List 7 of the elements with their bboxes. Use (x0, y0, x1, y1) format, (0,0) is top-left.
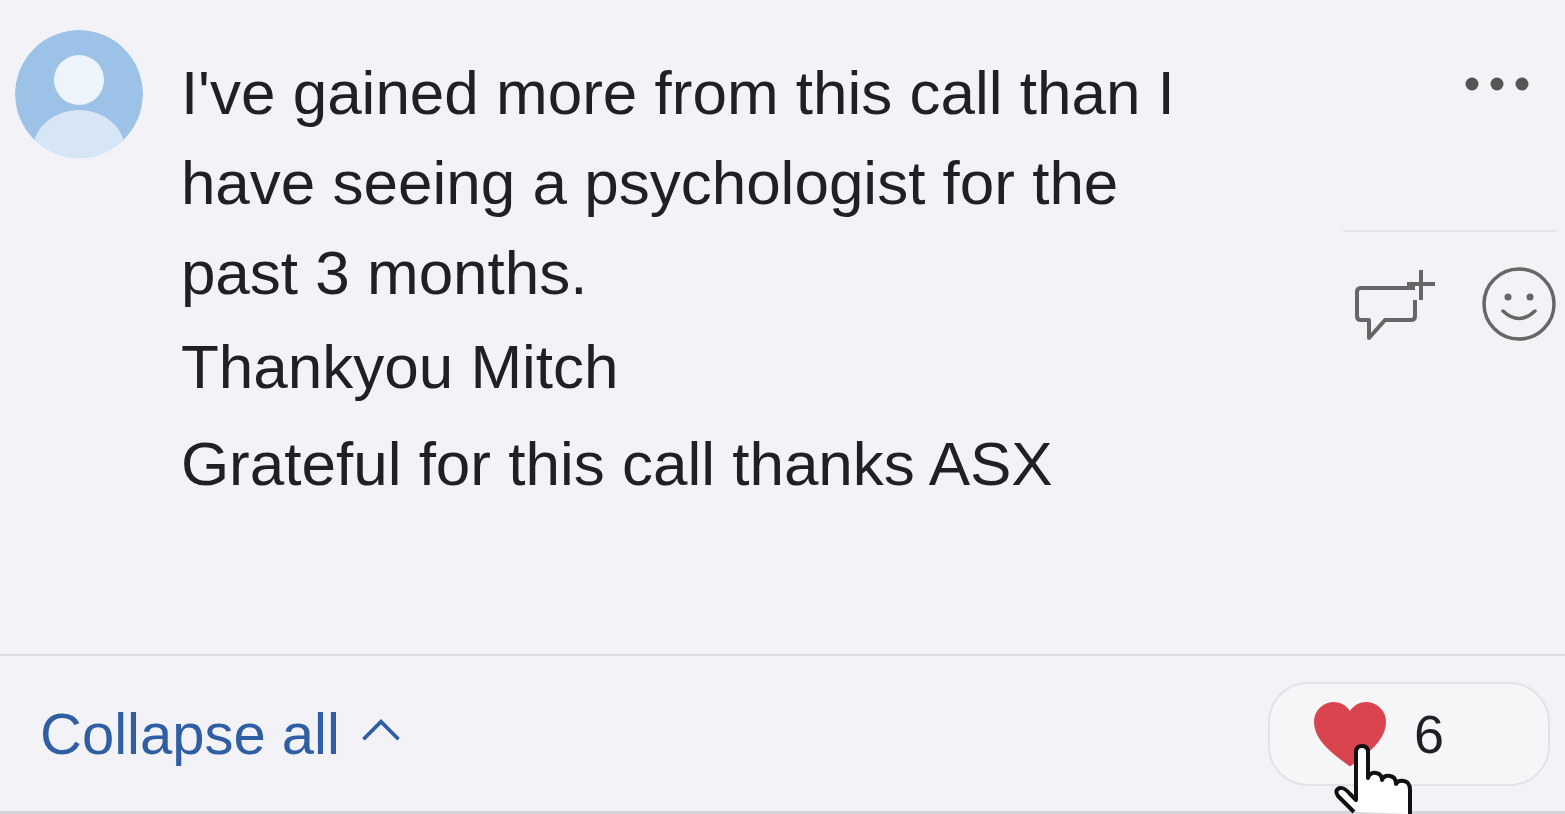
more-options-icon[interactable] (1464, 76, 1530, 92)
reply-text: Grateful for this call thanks ASX (180, 428, 1054, 500)
comment-text: I've gained more from this call than I have seeing a psychologist for the past 3 months. (180, 57, 1176, 309)
emoji-icon[interactable] (1481, 266, 1557, 342)
avatar-icon (15, 30, 143, 158)
collapse-all-link[interactable]: Collapse all (40, 700, 402, 767)
reply-text: Thankyou Mitch (180, 331, 620, 403)
